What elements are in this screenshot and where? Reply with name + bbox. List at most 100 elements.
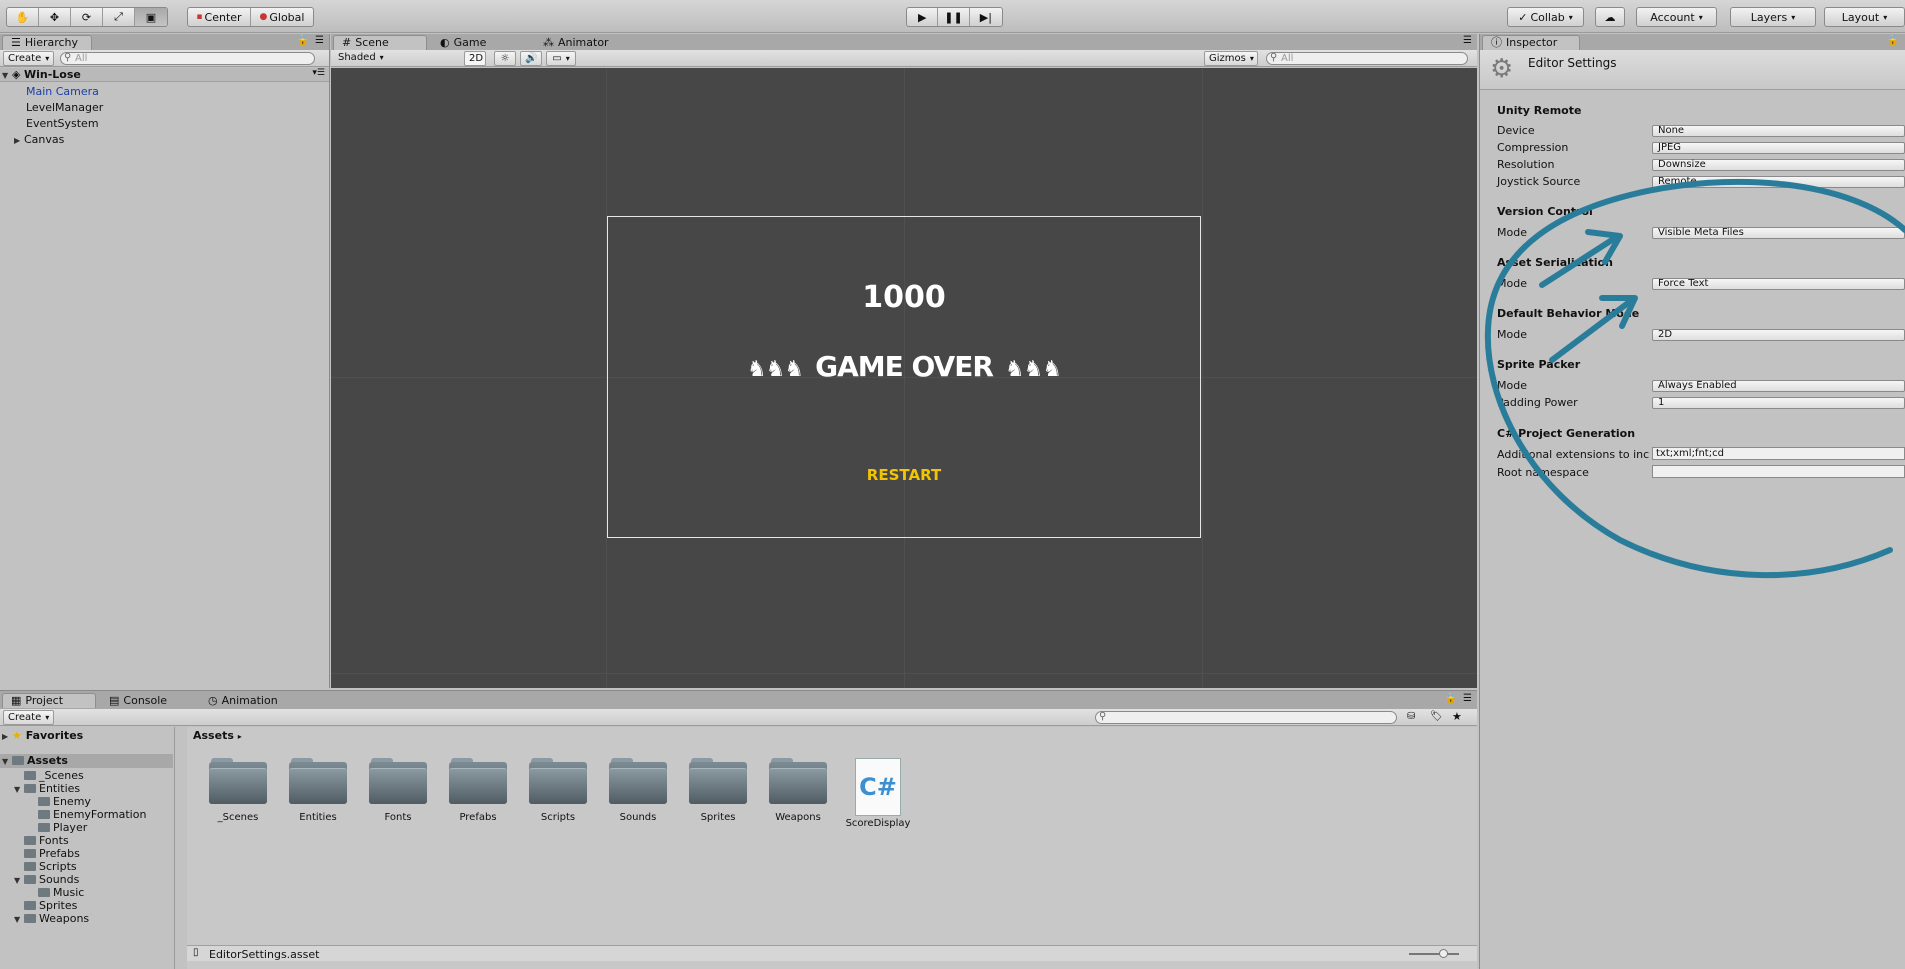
tree-folder-item[interactable]: ▼ Sounds (14, 873, 79, 886)
panel-menu-icon[interactable]: ☰ (1463, 35, 1472, 46)
asset-item[interactable]: Sounds (598, 758, 678, 823)
tree-folder-item[interactable]: Fonts (14, 834, 69, 847)
pivot-center-button[interactable]: ▪ Center (188, 8, 251, 26)
breadcrumb[interactable]: Assets ▸ (193, 729, 242, 742)
layout-dropdown[interactable]: Layout (1824, 7, 1905, 27)
lock-icon[interactable]: 🔒 (297, 35, 309, 46)
lock-icon[interactable]: 🔒 (1887, 35, 1899, 46)
move-tool-icon[interactable]: ✥ (39, 8, 71, 26)
pause-icon: ❚❚ (944, 10, 963, 24)
tree-folder-item[interactable]: Prefabs (14, 847, 80, 860)
device-dropdown[interactable]: None (1652, 125, 1905, 137)
play-button[interactable]: ▶ (907, 8, 939, 26)
scene-tabbar: # Scene ◐ Game ⁂ Animator ☰ (331, 34, 1477, 50)
expand-arrow-icon[interactable]: ▼ (14, 785, 24, 794)
scene-menu-icon[interactable]: ▾☰ (312, 68, 325, 78)
hierarchy-item-canvas[interactable]: ▶ Canvas (14, 133, 64, 146)
scale-tool-icon[interactable]: ⤢ (103, 8, 135, 26)
asset-item[interactable]: _Scenes (198, 758, 278, 823)
asset-item[interactable]: Prefabs (438, 758, 518, 823)
assets-row[interactable]: ▼ Assets (2, 754, 68, 767)
tree-folder-item[interactable]: Player (28, 821, 87, 834)
panel-menu-icon[interactable]: ☰ (315, 35, 324, 46)
asset-label: Prefabs (459, 812, 497, 823)
tab-animator[interactable]: ⁂ Animator (534, 35, 624, 50)
tree-folder-item[interactable]: Sprites (14, 899, 77, 912)
expand-arrow-icon[interactable]: ▼ (2, 757, 12, 766)
hierarchy-item-levelmanager[interactable]: LevelManager (26, 101, 103, 114)
transform-tools: ✋ ✥ ⟳ ⤢ ▣ (6, 7, 168, 27)
console-icon: ▤ (109, 694, 120, 707)
project-create-dropdown[interactable]: Create (3, 710, 55, 725)
tree-folder-item[interactable]: Enemy (28, 795, 91, 808)
2d-toggle[interactable]: 2D (464, 51, 486, 66)
folder-icon (24, 862, 36, 871)
tree-folder-item[interactable]: ▼ Entities (14, 782, 80, 795)
panel-menu-icon[interactable]: ☰ (1463, 693, 1472, 704)
zoom-slider-thumb[interactable] (1439, 949, 1448, 958)
annotation-overlay (1484, 178, 1905, 579)
tree-folder-item[interactable]: Scripts (14, 860, 77, 873)
layers-dropdown[interactable]: Layers (1730, 7, 1816, 27)
folder-icon (24, 901, 36, 910)
effects-icon[interactable]: ▭ (546, 51, 576, 66)
asset-item[interactable]: C# ScoreDisplay (838, 758, 918, 829)
filter-label-icon[interactable]: 🏷 (1430, 711, 1443, 722)
collab-dropdown[interactable]: ✓ Collab (1507, 7, 1584, 27)
filter-type-icon[interactable]: ⛁ (1407, 711, 1415, 722)
asset-item[interactable]: Scripts (518, 758, 598, 823)
favorites-row[interactable]: ▶ ★ Favorites (2, 729, 83, 742)
collapse-arrow-icon[interactable]: ▶ (14, 136, 24, 145)
tree-folder-item[interactable]: _Scenes (14, 769, 84, 782)
scene-header-row[interactable]: ▼ ◈ Win-Lose ▾☰ (0, 68, 329, 82)
gizmos-dropdown[interactable]: Gizmos (1204, 51, 1258, 66)
shading-mode-dropdown[interactable]: Shaded (334, 51, 458, 66)
hierarchy-create-dropdown[interactable]: Create (3, 51, 55, 66)
hierarchy-item-eventsystem[interactable]: EventSystem (26, 117, 99, 130)
tree-folder-item[interactable]: EnemyFormation (28, 808, 146, 821)
tab-console[interactable]: ▤ Console (100, 693, 192, 708)
compression-dropdown[interactable]: JPEG (1652, 142, 1905, 154)
hand-tool-icon[interactable]: ✋ (7, 8, 39, 26)
expand-arrow-icon[interactable]: ▼ (2, 71, 12, 80)
hierarchy-item-main-camera[interactable]: Main Camera (26, 85, 99, 98)
asset-item[interactable]: Fonts (358, 758, 438, 823)
account-dropdown[interactable]: Account (1636, 7, 1717, 27)
space-global-button[interactable]: ● Global (251, 8, 313, 26)
audio-icon[interactable]: 🔊 (520, 51, 542, 66)
expand-arrow-icon[interactable]: ▼ (14, 915, 24, 924)
project-subbar: Create ⛁ 🏷 ★ (0, 709, 1477, 726)
tab-animation[interactable]: ◷ Animation (199, 693, 299, 708)
scene-viewport[interactable]: 1000 ♞♞♞ GAME OVER ♞♞♞ RESTART (331, 68, 1477, 688)
lighting-icon[interactable]: ☼ (494, 51, 516, 66)
rect-tool-icon[interactable]: ▣ (135, 8, 167, 26)
zoom-slider-track[interactable] (1409, 953, 1459, 955)
cloud-button[interactable]: ☁ (1595, 7, 1625, 27)
mandalorian-emblem-icon: ♞♞♞ (1004, 357, 1062, 382)
favorite-star-icon[interactable]: ★ (1452, 710, 1462, 723)
asset-item[interactable]: Entities (278, 758, 358, 823)
rotate-tool-icon[interactable]: ⟳ (71, 8, 103, 26)
tab-scene[interactable]: # Scene (333, 35, 427, 50)
hierarchy-tabbar: ☰ Hierarchy 🔒 ☰ (0, 34, 329, 50)
asset-item[interactable]: Sprites (678, 758, 758, 823)
project-folder-tree: ▶ ★ Favorites ▼ Assets _Scenes ▼ Entities Ene… (0, 727, 175, 969)
collapse-arrow-icon[interactable]: ▶ (2, 732, 12, 741)
tree-folder-item[interactable]: Music (28, 886, 84, 899)
hierarchy-search-input[interactable]: All (60, 52, 315, 65)
expand-arrow-icon[interactable]: ▼ (14, 876, 24, 885)
tab-inspector[interactable]: ⓘ Inspector (1482, 35, 1580, 50)
device-label: Device (1497, 124, 1535, 137)
scene-name: Win-Lose (23, 68, 81, 81)
scene-search-input[interactable]: All (1266, 52, 1468, 65)
tree-folder-item[interactable]: ▼ Weapons (14, 912, 89, 925)
tab-hierarchy[interactable]: ☰ Hierarchy (2, 35, 92, 50)
lock-icon[interactable]: 🔒 (1445, 693, 1457, 704)
pause-button[interactable]: ❚❚ (938, 8, 970, 26)
project-search-input[interactable] (1095, 711, 1397, 724)
folder-icon (24, 771, 36, 780)
asset-item[interactable]: Weapons (758, 758, 838, 823)
tab-project[interactable]: ▦ Project (2, 693, 96, 708)
step-button[interactable]: ▶| (970, 8, 1002, 26)
tab-game[interactable]: ◐ Game (431, 35, 505, 50)
